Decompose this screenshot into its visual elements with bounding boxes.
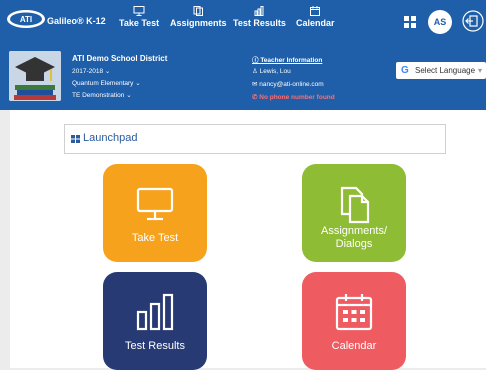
logo-text: ATI	[20, 15, 32, 24]
main-content: Launchpad Take Test Assignments/Dialogs …	[10, 110, 486, 370]
graduation-cap-icon	[9, 51, 61, 101]
chevron-down-icon: ⌄	[126, 92, 132, 99]
mode-name: TE Demonstration	[72, 92, 125, 99]
teacher-info-link[interactable]: ⓘ Teacher Information	[252, 54, 322, 64]
app-name: Galileo® K-12	[47, 16, 106, 26]
nav-assignments[interactable]: Assignments	[170, 6, 227, 28]
google-icon: G	[401, 65, 409, 76]
nav-calendar-label: Calendar	[296, 18, 335, 28]
launchpad-title: Launchpad	[83, 132, 138, 144]
phone-icon: ✆	[252, 94, 258, 101]
teacher-email-row: ✉ nancy@ati-online.com	[252, 80, 324, 88]
school-name: Quantum Elementary	[72, 80, 134, 87]
teacher-name-row: ♙ Lewis, Lou	[252, 67, 291, 75]
docs-icon	[340, 186, 370, 224]
teacher-email: nancy@ati-online.com	[259, 81, 324, 88]
chevron-down-icon: ⌄	[104, 68, 111, 75]
language-label: Select Language	[415, 66, 476, 75]
bar-chart-icon	[254, 6, 264, 16]
bar-chart-icon	[136, 293, 174, 331]
nav-test-results[interactable]: Test Results	[233, 6, 286, 28]
monitor-icon	[136, 187, 174, 221]
docs-icon	[193, 6, 204, 16]
logout-icon[interactable]	[462, 10, 484, 32]
school-year-select[interactable]: 2017-2018 ⌄	[72, 67, 110, 75]
nav-calendar[interactable]: Calendar	[296, 6, 335, 28]
dropdown-arrow-icon: ▾	[478, 66, 483, 75]
launchpad-panel: Launchpad	[64, 124, 446, 154]
mail-icon: ✉	[252, 81, 258, 88]
teacher-phone-row: ✆ No phone number found	[252, 93, 335, 101]
info-icon: ⓘ	[252, 57, 259, 64]
tile-take-test[interactable]: Take Test	[103, 164, 207, 262]
tile-assignments-label: Assignments/Dialogs	[320, 225, 388, 250]
nav-assignments-label: Assignments	[170, 18, 227, 28]
chevron-down-icon: ⌄	[135, 80, 141, 87]
tile-test-results-label: Test Results	[125, 340, 185, 352]
tile-assignments[interactable]: Assignments/Dialogs	[302, 164, 406, 262]
person-icon: ♙	[252, 68, 258, 75]
user-avatar[interactable]: AS	[428, 10, 452, 34]
nav-take-test-label: Take Test	[119, 18, 160, 28]
calendar-icon	[335, 294, 373, 331]
mode-select[interactable]: TE Demonstration ⌄	[72, 91, 132, 99]
tile-take-test-label: Take Test	[131, 232, 179, 244]
launchpad-grid-icon	[71, 135, 80, 143]
district-name: ATI Demo School District	[72, 54, 168, 63]
calendar-icon	[310, 6, 321, 16]
language-select[interactable]: G Select Language ▾	[396, 62, 486, 79]
ati-logo-icon[interactable]: ATI	[5, 8, 47, 30]
school-year: 2017-2018	[72, 68, 104, 75]
tile-test-results[interactable]: Test Results	[103, 272, 207, 370]
teacher-name: Lewis, Lou	[259, 68, 291, 75]
teacher-info-title: Teacher Information	[260, 57, 323, 64]
nav-test-results-label: Test Results	[233, 18, 286, 28]
top-bar: ATI Galileo® K-12 Take Test Assignments …	[0, 0, 486, 42]
nav-take-test[interactable]: Take Test	[119, 6, 159, 28]
school-select[interactable]: Quantum Elementary ⌄	[72, 79, 141, 87]
tile-calendar[interactable]: Calendar	[302, 272, 406, 370]
tile-calendar-label: Calendar	[331, 340, 377, 352]
apps-grid-icon[interactable]	[404, 16, 416, 28]
monitor-icon	[133, 6, 145, 16]
teacher-phone: No phone number found	[259, 94, 335, 101]
